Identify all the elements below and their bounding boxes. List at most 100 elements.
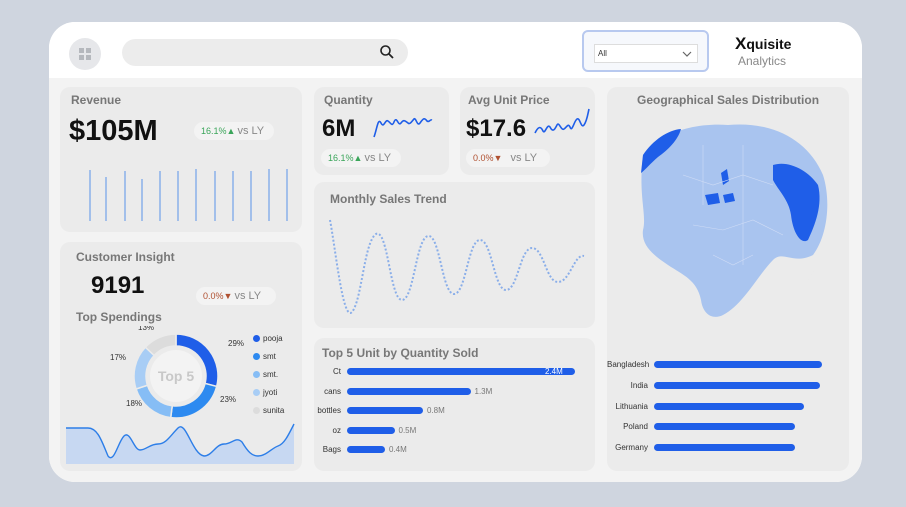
top5-category-label: Ct	[333, 367, 341, 376]
legend-label: sunita	[263, 406, 285, 415]
quantity-change: 16.1%	[328, 153, 354, 163]
revenue-card: Revenue $105M 16.1%▲ vs LY	[60, 87, 302, 232]
filter-value: All	[598, 49, 607, 58]
top5-card: Top 5 Unit by Quantity Sold Ct 2.4M cans 1.…	[314, 338, 595, 471]
top5-value-label: 2.4M	[545, 367, 563, 376]
revenue-sparkbars	[89, 169, 288, 221]
down-arrow-icon: ▼	[223, 291, 233, 301]
top5-category-label: Bags	[322, 445, 341, 454]
legend-item-smt.[interactable]: smt.	[253, 370, 278, 379]
quantity-vs: vs LY	[364, 152, 392, 164]
chevron-down-icon	[682, 51, 692, 57]
geo-country-label: Lithuania	[615, 401, 648, 411]
quantity-sparkline	[373, 117, 433, 138]
search-icon[interactable]	[379, 44, 395, 60]
customer-vs: vs LY	[234, 290, 262, 302]
avg-price-value: $17.6	[466, 115, 527, 142]
legend-dot	[253, 389, 260, 397]
top5-title: Top 5 Unit by Quantity Sold	[322, 346, 479, 360]
geo-country-label: Bangladesh	[607, 360, 650, 369]
top5-bar-cans[interactable]	[347, 387, 471, 395]
legend-label: jyoti	[263, 388, 278, 397]
top5-bar-Bags[interactable]	[347, 446, 385, 453]
down-arrow-icon: ▼	[493, 153, 503, 163]
avg-price-vs: vs LY	[510, 152, 538, 164]
avg-price-change: 0.0%	[473, 153, 494, 163]
donut-label-pooja: 29%	[228, 339, 244, 348]
top5-bar-bottles[interactable]	[347, 407, 423, 414]
filter-dropdown[interactable]: All	[594, 44, 698, 63]
quantity-card: Quantity 6M 16.1%▲ vs LY	[314, 87, 449, 175]
customer-change: 0.0%	[203, 291, 224, 301]
customer-card: Customer Insight 9191 0.0%▼ vs LY Top Spe…	[60, 242, 302, 471]
top5-value-label: 0.4M	[389, 445, 407, 454]
customer-change-badge: 0.0%▼ vs LY	[196, 287, 276, 305]
top5-bar-Ct[interactable]	[347, 368, 575, 375]
monthly-trend-card: Monthly Sales Trend	[314, 182, 595, 328]
donut-center-label: Top 5	[158, 368, 195, 384]
top5-category-label: bottles	[317, 406, 341, 415]
customer-value: 9191	[91, 272, 145, 299]
brand-sub: Analytics	[738, 54, 787, 68]
avg-price-card: Avg Unit Price $17.6 0.0%▼ vs LY	[460, 87, 595, 175]
donut-label-smt.: 18%	[126, 399, 142, 408]
top5-category-label: cans	[324, 386, 341, 396]
search-bar[interactable]	[122, 39, 408, 66]
legend-item-sunita[interactable]: sunita	[253, 406, 284, 415]
legend-item-jyoti[interactable]: jyoti	[253, 388, 277, 397]
geo-country-label: India	[630, 380, 648, 390]
content-area: Revenue $105M 16.1%▲ vs LY Quantity 6M 16…	[49, 78, 862, 482]
customer-title: Customer Insight	[76, 250, 175, 264]
globe-map	[628, 120, 828, 320]
geo-country-label: Germany	[615, 443, 648, 453]
quantity-change-badge: 16.1%▲ vs LY	[321, 149, 401, 167]
revenue-title: Revenue	[71, 93, 122, 107]
quantity-title: Quantity	[324, 93, 373, 107]
revenue-change-badge: 16.1%▲ vs LY	[194, 122, 274, 140]
legend-dot	[253, 335, 260, 343]
geo-bar-bangladesh[interactable]	[654, 361, 822, 368]
legend-label: smt.	[263, 370, 279, 379]
brand-logo: Xquisite Analytics	[735, 34, 805, 68]
geo-country-label: Poland	[623, 422, 648, 432]
legend-item-smt[interactable]: smt	[253, 352, 276, 361]
geo-title: Geographical Sales Distribution	[637, 93, 820, 107]
top5-category-label: oz	[332, 425, 341, 435]
geo-bar-poland[interactable]	[654, 423, 796, 431]
donut-label-jyoti: 17%	[110, 353, 126, 362]
geo-bar-lithuania[interactable]	[654, 402, 804, 410]
top5-value-label: 0.8M	[427, 406, 445, 415]
donut-label-sunita: 13%	[138, 326, 154, 332]
top5-bar-oz[interactable]	[347, 426, 395, 434]
menu-grid-icon[interactable]	[69, 38, 101, 70]
top5-value-label: 0.5M	[398, 425, 417, 435]
legend-dot	[253, 353, 260, 361]
geo-card: Geographical Sales Distribution Banglade…	[607, 87, 849, 471]
top5-value-label: 1.3M	[474, 386, 493, 396]
top-bar: All Xquisite Analytics	[49, 22, 862, 78]
legend-label: smt	[263, 352, 276, 361]
avg-price-sparkline	[534, 108, 590, 134]
legend-dot	[253, 407, 260, 415]
monthly-trend-line	[329, 219, 585, 314]
brand-x: X	[735, 34, 747, 53]
up-arrow-icon: ▲	[353, 153, 363, 163]
legend-label: pooja	[263, 334, 283, 343]
top-spendings-title: Top Spendings	[76, 310, 162, 324]
revenue-change: 16.1%	[201, 126, 227, 136]
brand-name: quisite	[746, 36, 792, 52]
customer-area-chart	[66, 423, 295, 464]
up-arrow-icon: ▲	[226, 126, 236, 136]
legend-dot	[253, 371, 260, 379]
revenue-vs: vs LY	[237, 125, 265, 137]
geo-bar-india[interactable]	[654, 381, 821, 389]
dashboard-board: All Xquisite Analytics Revenue $105M 16.…	[49, 22, 862, 482]
monthly-trend-title: Monthly Sales Trend	[330, 192, 447, 206]
filter-container: All	[582, 30, 709, 72]
avg-price-change-badge: 0.0%▼ vs LY	[466, 149, 550, 167]
legend-item-pooja[interactable]: pooja	[253, 334, 283, 343]
geo-bar-germany[interactable]	[654, 444, 796, 452]
donut-label-smt: 23%	[220, 395, 236, 404]
search-input[interactable]	[132, 43, 372, 62]
quantity-value: 6M	[322, 115, 356, 142]
